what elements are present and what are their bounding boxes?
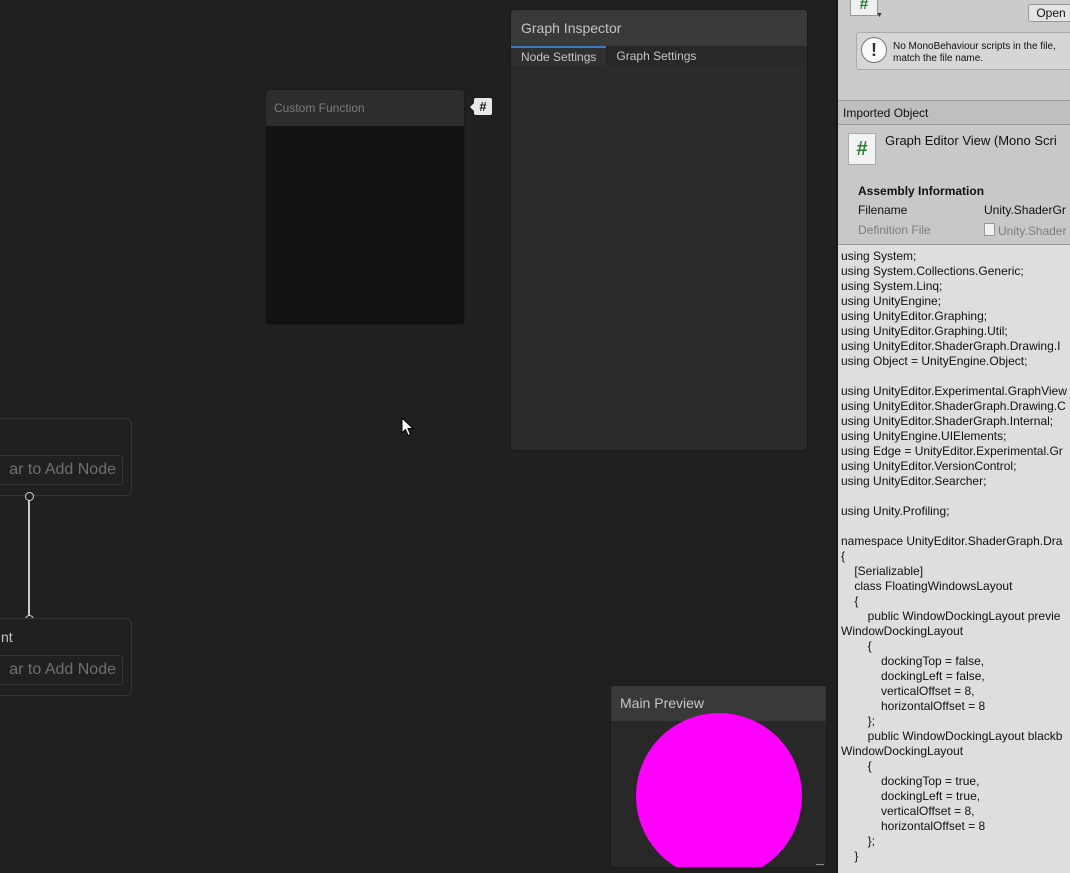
code-line: using UnityEngine.UIElements; xyxy=(841,429,1007,443)
shader-graph-canvas[interactable]: Graph Inspector Node Settings Graph Sett… xyxy=(0,0,836,873)
graph-inspector-title[interactable]: Graph Inspector xyxy=(511,10,807,46)
script-header: # ▼ Open ! No MonoBehaviour scripts in t… xyxy=(838,0,1070,101)
code-line: using System.Linq; xyxy=(841,279,943,293)
code-line: using UnityEngine; xyxy=(841,294,942,308)
definition-file-field[interactable]: Unity.Shader xyxy=(984,223,1066,238)
code-line: using UnityEditor.Graphing.Util; xyxy=(841,324,1008,338)
stack-label: nt xyxy=(1,629,13,645)
warning-icon: ! xyxy=(861,37,887,63)
code-line: using UnityEditor.Searcher; xyxy=(841,474,987,488)
assembly-information: Assembly Information Filename Unity.Shad… xyxy=(838,180,1070,244)
code-line: using System.Collections.Generic; xyxy=(841,264,1024,278)
code-line: dockingLeft = true, xyxy=(841,789,981,803)
script-file-icon: # xyxy=(848,133,876,165)
code-line: using UnityEditor.ShaderGraph.Drawing.I xyxy=(841,339,1061,353)
code-line: [Serializable] xyxy=(841,564,924,578)
stack-connector-edge[interactable] xyxy=(28,496,30,619)
help-box-text: No MonoBehaviour scripts in the file, ma… xyxy=(893,41,1056,64)
code-line: verticalOffset = 8, xyxy=(841,684,975,698)
code-line: dockingTop = true, xyxy=(841,774,980,788)
imported-object-title: Graph Editor View (Mono Scri xyxy=(885,133,1057,148)
code-line: using UnityEditor.ShaderGraph.Drawing.C xyxy=(841,399,1066,413)
graph-inspector-panel: Graph Inspector Node Settings Graph Sett… xyxy=(510,9,808,451)
definition-file-label: Definition File xyxy=(858,223,931,237)
code-line: { xyxy=(841,594,859,608)
code-line: namespace UnityEditor.ShaderGraph.Dra xyxy=(841,534,1063,548)
tab-graph-settings[interactable]: Graph Settings xyxy=(606,46,706,66)
code-line: using UnityEditor.Graphing; xyxy=(841,309,988,323)
code-line: public WindowDockingLayout previe xyxy=(841,609,1061,623)
fragment-stack-node[interactable]: nt ar to Add Node xyxy=(0,618,132,696)
graph-inspector-tabs: Node Settings Graph Settings xyxy=(511,46,807,66)
assembly-heading: Assembly Information xyxy=(858,184,985,198)
code-line: dockingTop = false, xyxy=(841,654,985,668)
hash-icon[interactable]: # xyxy=(470,98,492,115)
custom-function-node-title[interactable]: Custom Function xyxy=(266,90,464,126)
code-line: { xyxy=(841,549,846,563)
code-line: public WindowDockingLayout blackb xyxy=(841,729,1063,743)
code-line: verticalOffset = 8, xyxy=(841,804,975,818)
code-line: using UnityEditor.ShaderGraph.Internal; xyxy=(841,414,1054,428)
code-line: using UnityEditor.Experimental.GraphView xyxy=(841,384,1067,398)
code-line: horizontalOffset = 8 xyxy=(841,699,986,713)
resize-handle[interactable] xyxy=(816,864,824,865)
open-button[interactable]: Open xyxy=(1028,4,1070,22)
code-line: { xyxy=(841,759,872,773)
filename-label: Filename xyxy=(858,203,908,217)
code-line: class FloatingWindowsLayout xyxy=(841,579,1013,593)
code-line: WindowDockingLayout xyxy=(841,624,964,638)
custom-function-node[interactable]: Custom Function xyxy=(265,89,465,325)
code-line: using UnityEditor.VersionControl; xyxy=(841,459,1017,473)
script-source-view[interactable]: using System; using System.Collections.Ge… xyxy=(838,244,1070,873)
code-line: WindowDockingLayout xyxy=(841,744,964,758)
mouse-cursor-icon xyxy=(401,417,415,437)
preview-sphere[interactable] xyxy=(636,713,802,867)
code-line: { xyxy=(841,639,872,653)
code-line: using Edge = UnityEditor.Experimental.Gr xyxy=(841,444,1063,458)
add-node-button[interactable]: ar to Add Node xyxy=(0,655,123,685)
code-line: } xyxy=(841,849,859,863)
chevron-down-icon[interactable]: ▼ xyxy=(876,12,883,19)
code-line: using Unity.Profiling; xyxy=(841,504,950,518)
script-inspector-panel: # ▼ Open ! No MonoBehaviour scripts in t… xyxy=(836,0,1070,873)
tab-node-settings[interactable]: Node Settings xyxy=(511,46,607,66)
code-line: }; xyxy=(841,834,876,848)
imported-object-header: Imported Object xyxy=(838,101,1070,125)
stack-output-port[interactable] xyxy=(25,492,34,501)
code-line: using Object = UnityEngine.Object; xyxy=(841,354,1028,368)
vertex-stack-node[interactable]: ar to Add Node xyxy=(0,418,132,496)
main-preview-panel: Main Preview xyxy=(610,685,827,868)
code-line: using System; xyxy=(841,249,917,263)
code-line: dockingLeft = false, xyxy=(841,669,985,683)
script-file-icon[interactable]: # xyxy=(850,0,878,16)
code-line: horizontalOffset = 8 xyxy=(841,819,986,833)
file-icon xyxy=(984,223,995,236)
code-line: }; xyxy=(841,714,876,728)
add-node-button[interactable]: ar to Add Node xyxy=(0,455,123,485)
filename-value: Unity.ShaderGr xyxy=(984,203,1066,217)
help-box: ! No MonoBehaviour scripts in the file, … xyxy=(856,32,1070,70)
